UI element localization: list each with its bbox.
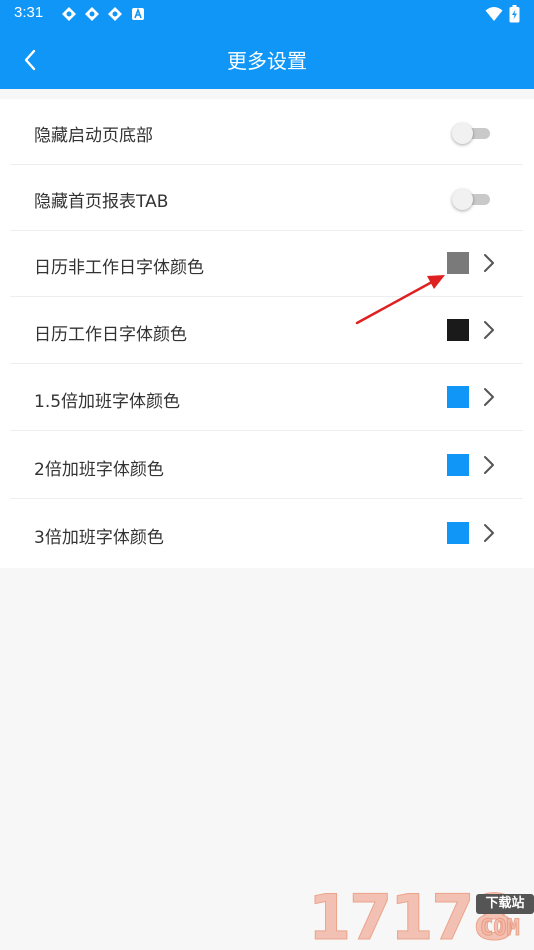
page-title: 更多设置 (227, 49, 307, 73)
toggle-thumb (452, 123, 473, 144)
setting-label: 日历非工作日字体颜色 (34, 258, 204, 278)
settings-list: 隐藏启动页底部 隐藏首页报表TAB 日历非工作日字体颜色 日历工作日字体颜色 1… (0, 99, 534, 568)
battery-charging-icon (509, 5, 520, 27)
hide-splash-bottom-toggle[interactable] (452, 123, 490, 144)
status-bar: 3:31 (0, 0, 534, 28)
setting-row-nonworkday-color[interactable]: 日历非工作日字体颜色 (10, 231, 523, 297)
setting-label: 3倍加班字体颜色 (34, 528, 164, 548)
hide-report-tab-toggle[interactable] (452, 189, 490, 210)
setting-row-overtime-3-color[interactable]: 3倍加班字体颜色 (10, 501, 523, 567)
app-notification-icon (83, 5, 100, 22)
chevron-right-icon[interactable] (482, 521, 496, 545)
setting-row-overtime-2-color[interactable]: 2倍加班字体颜色 (10, 433, 523, 499)
status-time: 3:31 (14, 4, 44, 21)
chevron-right-icon[interactable] (482, 453, 496, 477)
setting-label: 隐藏首页报表TAB (34, 192, 169, 212)
color-swatch[interactable] (447, 252, 469, 274)
setting-label: 1.5倍加班字体颜色 (34, 392, 181, 412)
color-swatch[interactable] (447, 319, 469, 341)
wifi-icon (485, 6, 503, 26)
app-notification-icon (60, 5, 77, 22)
a-notification-icon (129, 5, 146, 22)
status-notification-icons (60, 5, 146, 22)
app-bar: 更多设置 (0, 28, 534, 89)
watermark-logo: 17178 下载站 COM (308, 885, 534, 950)
setting-row-hide-splash-bottom[interactable]: 隐藏启动页底部 (10, 99, 523, 165)
setting-label: 隐藏启动页底部 (34, 126, 153, 146)
color-swatch[interactable] (447, 386, 469, 408)
chevron-right-icon[interactable] (482, 251, 496, 275)
chevron-right-icon[interactable] (482, 318, 496, 342)
setting-label: 日历工作日字体颜色 (34, 325, 187, 345)
setting-row-overtime-1-5-color[interactable]: 1.5倍加班字体颜色 (10, 365, 523, 431)
color-swatch[interactable] (447, 522, 469, 544)
status-system-icons (485, 5, 520, 27)
setting-row-workday-color[interactable]: 日历工作日字体颜色 (10, 298, 523, 364)
chevron-right-icon[interactable] (482, 385, 496, 409)
app-notification-icon (106, 5, 123, 22)
header-bar: 3:31 更多设置 (0, 0, 534, 89)
watermark-suffix: COM (480, 916, 521, 942)
setting-label: 2倍加班字体颜色 (34, 460, 164, 480)
watermark-badge: 下载站 (476, 894, 534, 914)
color-swatch[interactable] (447, 454, 469, 476)
toggle-thumb (452, 189, 473, 210)
setting-row-hide-report-tab[interactable]: 隐藏首页报表TAB (10, 165, 523, 231)
